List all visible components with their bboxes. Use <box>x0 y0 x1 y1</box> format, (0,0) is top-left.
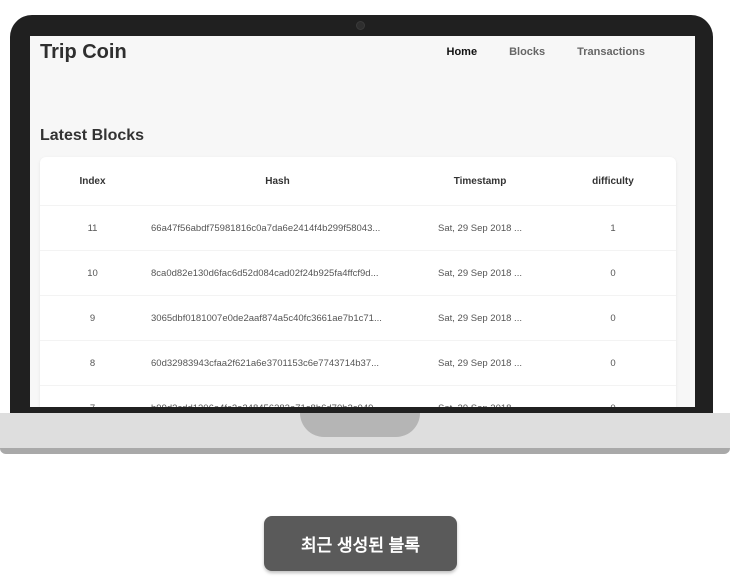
nav-transactions[interactable]: Transactions <box>577 46 645 58</box>
cell-timestamp: Sat, 29 Sep 2018 ... <box>410 340 550 386</box>
column-header-difficulty: difficulty <box>592 175 634 187</box>
cell-hash[interactable]: b99d3cdd1306a4fc2e248456382a71c8b6d70b2c… <box>145 385 410 407</box>
laptop-base-edge <box>0 448 730 454</box>
cell-timestamp: Sat, 29 Sep 2018 ... <box>410 385 550 407</box>
table-row[interactable]: 9 3065dbf0181007e0de2aaf874a5c40fc3661ae… <box>40 295 676 341</box>
table-row[interactable]: 11 66a47f56abdf75981816c0a7da6e2414f4b29… <box>40 205 676 251</box>
column-header-hash: Hash <box>265 175 290 187</box>
table-row[interactable]: 8 60d32983943cfaa2f621a6e3701153c6e77437… <box>40 340 676 386</box>
laptop-screen: Trip Coin Home Blocks Transactions Lates… <box>30 36 695 407</box>
cell-difficulty: 1 <box>550 205 676 251</box>
column-header-timestamp: Timestamp <box>453 175 507 187</box>
cell-hash[interactable]: 8ca0d82e130d6fac6d52d084cad02f24b925fa4f… <box>145 250 410 296</box>
section-title: Latest Blocks <box>40 127 145 144</box>
table-row[interactable]: 7 b99d3cdd1306a4fc2e248456382a71c8b6d70b… <box>40 385 676 407</box>
cell-index: 11 <box>40 205 145 251</box>
latest-blocks-caption-button[interactable]: 최근 생성된 블록 <box>264 516 457 571</box>
cell-difficulty: 0 <box>550 250 676 296</box>
cell-index: 7 <box>40 385 145 407</box>
laptop-notch <box>300 413 420 437</box>
nav-blocks[interactable]: Blocks <box>509 46 545 58</box>
cell-index: 9 <box>40 295 145 341</box>
top-nav: Home Blocks Transactions <box>447 46 646 58</box>
cell-timestamp: Sat, 29 Sep 2018 ... <box>410 295 550 341</box>
cell-hash[interactable]: 66a47f56abdf75981816c0a7da6e2414f4b299f5… <box>145 205 410 251</box>
webcam-icon <box>356 21 365 30</box>
blocks-table: Index Hash Timestamp difficulty 11 66a47… <box>40 157 676 407</box>
cell-index: 10 <box>40 250 145 296</box>
cell-timestamp: Sat, 29 Sep 2018 ... <box>410 205 550 251</box>
cell-hash[interactable]: 3065dbf0181007e0de2aaf874a5c40fc3661ae7b… <box>145 295 410 341</box>
cell-difficulty: 0 <box>550 295 676 341</box>
cell-difficulty: 0 <box>550 385 676 407</box>
cell-difficulty: 0 <box>550 340 676 386</box>
brand-logo[interactable]: Trip Coin <box>40 41 127 64</box>
cell-timestamp: Sat, 29 Sep 2018 ... <box>410 250 550 296</box>
table-header-row: Index Hash Timestamp difficulty <box>40 157 676 206</box>
nav-home[interactable]: Home <box>447 46 478 58</box>
table-row[interactable]: 10 8ca0d82e130d6fac6d52d084cad02f24b925f… <box>40 250 676 296</box>
cell-hash[interactable]: 60d32983943cfaa2f621a6e3701153c6e7743714… <box>145 340 410 386</box>
column-header-index: Index <box>79 175 106 187</box>
cell-index: 8 <box>40 340 145 386</box>
blocks-card: Index Hash Timestamp difficulty 11 66a47… <box>40 157 676 407</box>
